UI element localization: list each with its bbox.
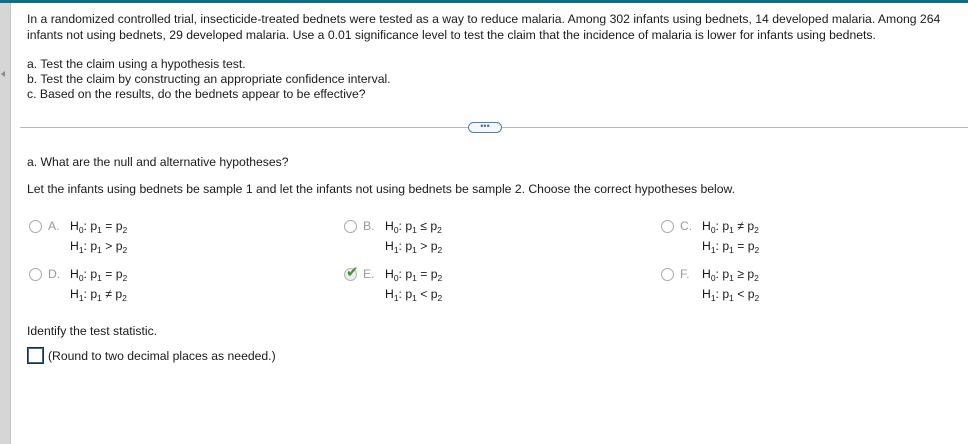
h1-relation: = bbox=[737, 239, 745, 253]
option-letter: D. bbox=[48, 267, 61, 281]
rounding-hint: (Round to two decimal places as needed.) bbox=[48, 348, 276, 363]
h0-relation: = bbox=[105, 267, 113, 281]
hypotheses: H0: p1 = p2 H1: p1 < p2 bbox=[385, 267, 443, 303]
identify-prompt: Identify the test statistic. bbox=[27, 324, 158, 338]
option-a[interactable]: A. H0: p1 = p2 H1: p1 > p2 bbox=[29, 218, 127, 255]
option-b[interactable]: B. H0: p1 ≤ p2 H1: p1 > p2 bbox=[344, 218, 442, 255]
radio-button[interactable] bbox=[29, 220, 42, 233]
radio-button[interactable] bbox=[661, 220, 674, 233]
h0-relation: ≠ bbox=[737, 219, 744, 233]
option-f[interactable]: F. H0: p1 ≥ p2 H1: p1 < p2 bbox=[661, 266, 759, 303]
part-b: b. Test the claim by constructing an app… bbox=[27, 72, 391, 86]
option-letter: F. bbox=[680, 267, 690, 281]
hypotheses: H0: p1 = p2 H1: p1 > p2 bbox=[70, 219, 128, 255]
answer-row: (Round to two decimal places as needed.) bbox=[27, 347, 276, 364]
test-statistic-input[interactable] bbox=[27, 347, 44, 364]
problem-parts: a. Test the claim using a hypothesis tes… bbox=[27, 57, 957, 102]
h1-relation: ≠ bbox=[105, 287, 112, 301]
h1-relation: > bbox=[420, 239, 428, 253]
option-letter: E. bbox=[363, 267, 375, 281]
top-accent-bar bbox=[0, 0, 968, 3]
radio-button[interactable] bbox=[344, 220, 357, 233]
option-e[interactable]: ✔ E. H0: p1 = p2 H1: p1 < p2 bbox=[344, 264, 442, 303]
option-letter: C. bbox=[680, 219, 693, 233]
problem-statement: In a randomized controlled trial, insect… bbox=[27, 11, 957, 102]
h1-relation: < bbox=[420, 287, 428, 301]
checkmark-icon: ✔ bbox=[346, 264, 359, 281]
expand-button[interactable]: ••• bbox=[468, 122, 502, 133]
left-scroll-rail[interactable] bbox=[0, 3, 11, 444]
part-a: a. Test the claim using a hypothesis tes… bbox=[27, 57, 246, 71]
option-letter: B. bbox=[363, 219, 375, 233]
option-c[interactable]: C. H0: p1 ≠ p2 H1: p1 = p2 bbox=[661, 218, 759, 255]
h1-relation: < bbox=[737, 287, 745, 301]
option-d[interactable]: D. H0: p1 = p2 H1: p1 ≠ p2 bbox=[29, 266, 127, 303]
h0-relation: ≥ bbox=[737, 267, 744, 281]
hypotheses: H0: p1 ≤ p2 H1: p1 > p2 bbox=[385, 219, 443, 255]
radio-button[interactable] bbox=[29, 268, 42, 281]
radio-button-selected[interactable]: ✔ bbox=[344, 264, 359, 281]
question-a: a. What are the null and alternative hyp… bbox=[27, 155, 289, 169]
hypotheses: H0: p1 = p2 H1: p1 ≠ p2 bbox=[70, 267, 128, 303]
h1-relation: > bbox=[105, 239, 113, 253]
option-letter: A. bbox=[48, 219, 60, 233]
h0-relation: = bbox=[105, 219, 113, 233]
hypotheses: H0: p1 ≥ p2 H1: p1 < p2 bbox=[702, 267, 760, 303]
part-c: c. Based on the results, do the bednets … bbox=[27, 87, 366, 101]
radio-button[interactable] bbox=[661, 268, 674, 281]
h0-relation: = bbox=[420, 267, 428, 281]
h0-relation: ≤ bbox=[420, 219, 427, 233]
hypotheses: H0: p1 ≠ p2 H1: p1 = p2 bbox=[702, 219, 760, 255]
collapse-arrow-icon[interactable] bbox=[1, 71, 5, 77]
problem-text: In a randomized controlled trial, insect… bbox=[27, 12, 941, 42]
instruction-text: Let the infants using bednets be sample … bbox=[27, 182, 736, 196]
